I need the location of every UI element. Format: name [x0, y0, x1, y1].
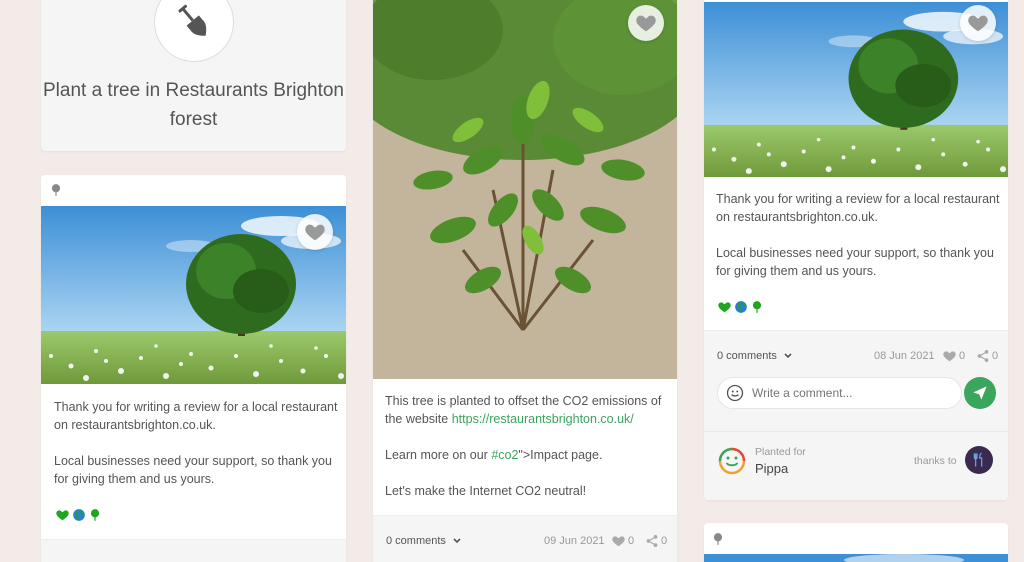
co2-link[interactable]: #co2 [491, 448, 518, 462]
forest-title-card: Plant a tree in Restaurants Brighton for… [41, 0, 346, 151]
send-icon [973, 386, 987, 400]
planted-for-name[interactable]: Pippa [755, 461, 788, 476]
review-text: This tree is planted to offset the CO2 e… [385, 392, 670, 518]
review-card-right: Thank you for writing a review for a loc… [704, 0, 1008, 500]
like-button[interactable] [297, 214, 333, 250]
comments-toggle[interactable]: 0 comments [386, 535, 461, 547]
review-text-paragraph-2: Local businesses need your support, so t… [716, 246, 994, 278]
card-footer: 0 comments 09 Jun 2021 0 0 [373, 515, 677, 562]
chevron-down-icon [784, 353, 792, 359]
happy-face-icon [718, 447, 746, 475]
reaction-icons [717, 300, 764, 314]
globe-icon [735, 301, 747, 313]
globe-icon [73, 509, 85, 521]
review-card-middle: This tree is planted to offset the CO2 e… [373, 0, 677, 562]
share-count: 0 [661, 535, 668, 547]
divider [704, 431, 1008, 432]
chevron-down-icon [453, 538, 461, 544]
share-icon [976, 349, 990, 363]
heart-icon [611, 534, 626, 548]
green-heart-icon [55, 508, 70, 522]
tree-icon [49, 183, 63, 197]
review-text-paragraph-2: Local businesses need your support, so t… [54, 454, 332, 486]
tree-icon [750, 300, 764, 314]
reaction-icons [55, 508, 102, 522]
review-text-paragraph-1: This tree is planted to offset the CO2 e… [385, 392, 670, 428]
shovel-icon-circle [154, 0, 234, 62]
like-button[interactable] [628, 5, 664, 41]
shovel-icon [178, 4, 207, 36]
comments-count: 0 comments [386, 535, 446, 547]
green-heart-icon [717, 300, 732, 314]
comments-count: 0 comments [717, 350, 777, 362]
card-footer [41, 539, 346, 562]
review-card-next [704, 523, 1008, 562]
card-footer: 0 comments 08 Jun 2021 0 0 Planted for [704, 330, 1008, 500]
share-count: 0 [992, 350, 999, 362]
like-count[interactable]: 0 [611, 534, 634, 548]
heart-icon [635, 12, 657, 34]
review-text: Thank you for writing a review for a loc… [716, 190, 1001, 298]
planted-for-label: Planted for [755, 446, 806, 458]
comment-input-wrapper [717, 377, 962, 409]
comment-input[interactable] [752, 386, 942, 400]
review-card-left: Thank you for writing a review for a loc… [41, 175, 346, 562]
post-date: 09 Jun 2021 [544, 535, 605, 547]
smiley-icon[interactable] [726, 384, 744, 402]
share-icon [645, 534, 659, 548]
review-text-paragraph-2: Learn more on our #co2">Impact page. [385, 446, 670, 464]
tree-icon [711, 532, 725, 546]
heart-icon [304, 221, 326, 243]
send-comment-button[interactable] [964, 377, 996, 409]
tree-photo [704, 554, 1008, 562]
forest-title: Plant a tree in Restaurants Brighton for… [42, 80, 344, 130]
restaurant-avatar[interactable] [965, 446, 993, 474]
review-text: Thank you for writing a review for a loc… [54, 398, 339, 506]
post-date: 08 Jun 2021 [874, 350, 935, 362]
fork-knife-icon [973, 452, 983, 467]
share-button[interactable]: 0 [645, 534, 667, 548]
review-text-paragraph-1: Thank you for writing a review for a loc… [716, 192, 1000, 224]
share-button[interactable]: 0 [976, 349, 998, 363]
like-count[interactable]: 0 [942, 349, 965, 363]
mangrove-photo [373, 0, 677, 379]
thanks-to-label: thanks to [914, 455, 957, 467]
heart-icon [942, 349, 957, 363]
website-link[interactable]: https://restaurantsbrighton.co.uk/ [452, 412, 634, 426]
like-count-value: 0 [628, 535, 635, 547]
comments-toggle[interactable]: 0 comments [717, 350, 792, 362]
heart-icon [967, 12, 989, 34]
like-button[interactable] [960, 5, 996, 41]
review-text-paragraph-3: Let's make the Internet CO2 neutral! [385, 484, 587, 498]
like-count-value: 0 [959, 350, 966, 362]
review-text-lead: Learn more on our [385, 448, 492, 462]
review-text-tail: ">Impact page. [518, 448, 603, 462]
review-text-paragraph-1: Thank you for writing a review for a loc… [54, 400, 338, 432]
tree-icon [88, 508, 102, 522]
